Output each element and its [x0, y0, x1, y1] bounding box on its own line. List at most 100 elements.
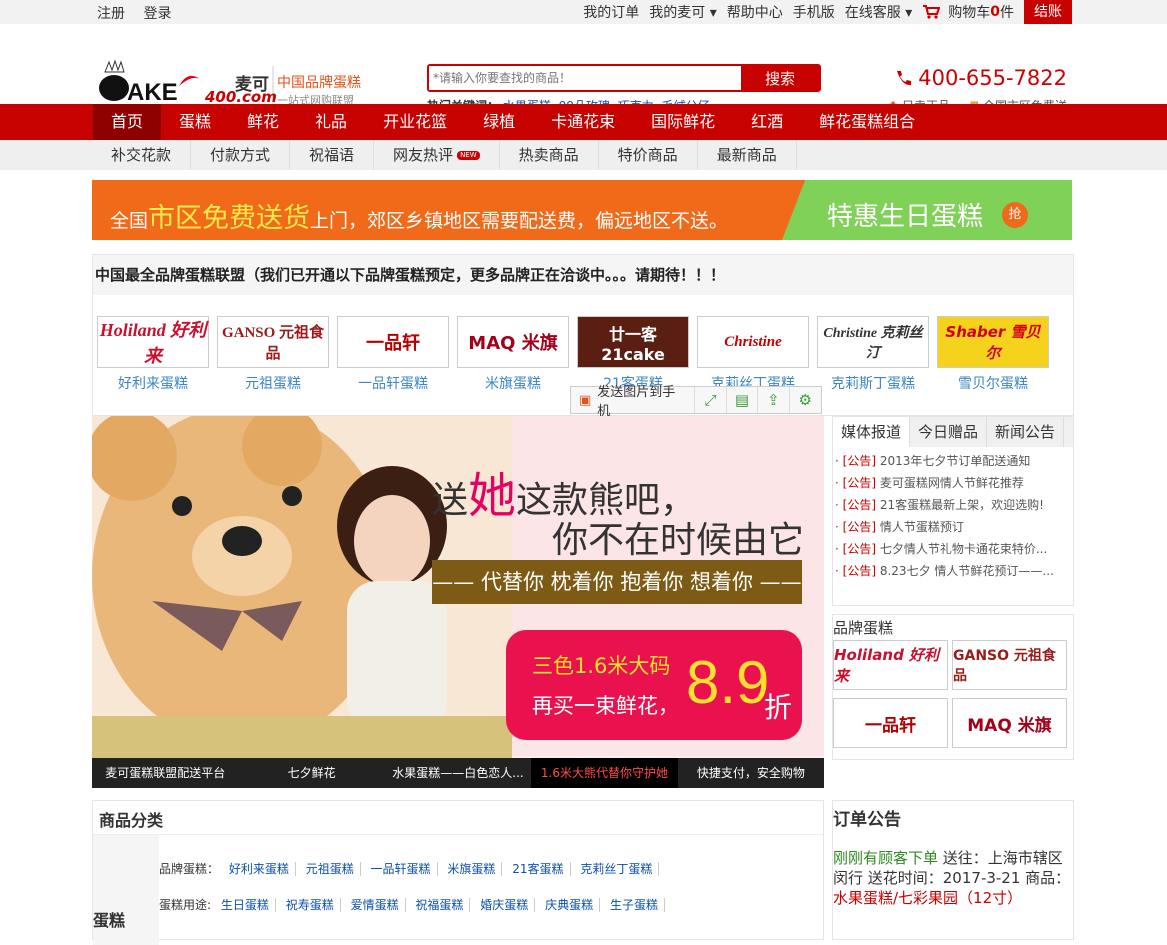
hero-slider[interactable]: 送她这款熊吧， 你不在时候由它 —— 代替你 枕着你 抱着你 想着你 —— 三色…	[92, 416, 824, 788]
category-side: 蛋糕	[93, 835, 159, 945]
checkout-button[interactable]: 结账	[1024, 0, 1072, 24]
nav-wine[interactable]: 红酒	[733, 104, 801, 140]
slider-tab-active[interactable]: 1.6米大熊代替你守护她	[531, 758, 678, 788]
brand-card-christine[interactable]: Christine 克莉丝丁蛋糕	[697, 316, 809, 393]
brand-label: 雪贝尔蛋糕	[958, 376, 1028, 392]
my-orders-link[interactable]: 我的订单	[583, 2, 639, 22]
discount-value: 8.9	[686, 649, 770, 716]
tab-gifts[interactable]: 今日赠品	[910, 417, 988, 447]
subnav-pay-balance[interactable]: 补交花款	[92, 140, 192, 170]
category-link[interactable]: 一品轩蛋糕	[364, 862, 438, 876]
brand-card-maq[interactable]: MAQ 米旗 米旗蛋糕	[457, 316, 569, 393]
save-icon[interactable]: ▤	[727, 387, 759, 413]
chevron-down-icon: ▾	[905, 5, 913, 21]
search-input[interactable]	[429, 66, 741, 90]
nav-home[interactable]: 首页	[93, 104, 162, 140]
panel-title: 订单公告	[833, 810, 901, 830]
category-link[interactable]: 婚庆蛋糕	[474, 898, 536, 912]
category-link[interactable]: 祝福蛋糕	[409, 898, 471, 912]
header: AKE 麦可 400.com 中国品牌蛋糕 一站式网购联盟 搜索 热门关键词： …	[0, 24, 1167, 113]
main-nav: 首页 蛋糕 鲜花 礼品 开业花篮 绿植 卡通花束 国际鲜花 红酒 鲜花蛋糕组合	[0, 104, 1167, 140]
my-maike-link[interactable]: 我的麦可 ▾	[649, 2, 716, 22]
category-link[interactable]: 爱情蛋糕	[344, 898, 406, 912]
brand-logo: 一品轩	[337, 316, 449, 368]
hero-strip: —— 代替你 枕着你 抱着你 想着你 ——	[432, 560, 802, 604]
news-item[interactable]: · [公告] 麦可蛋糕网情人节鲜花推荐	[835, 472, 1073, 494]
brand-logo: Holiland 好利来	[97, 316, 209, 368]
side-brand-maq[interactable]: MAQ 米旗	[952, 698, 1067, 748]
nav-flower-cake-combo[interactable]: 鲜花蛋糕组合	[801, 104, 933, 140]
brand-card-christine-2[interactable]: Christine 克莉丝汀 克莉斯丁蛋糕	[817, 316, 929, 393]
search-button[interactable]: 搜索	[741, 66, 819, 90]
news-item[interactable]: · [公告] 8.23七夕 情人节鲜花预订——...	[835, 560, 1073, 582]
mobile-link[interactable]: 手机版	[793, 2, 835, 22]
category-link[interactable]: 庆典蛋糕	[539, 898, 601, 912]
cart-link[interactable]: 购物车 0 件	[922, 2, 1014, 22]
brand-card-shaber[interactable]: Shaber 雪贝尔 雪贝尔蛋糕	[937, 316, 1049, 393]
side-brand-ganso[interactable]: GANSO 元祖食品	[952, 640, 1067, 690]
register-link[interactable]: 注册	[97, 6, 125, 22]
free-delivery-banner[interactable]: 全国市区免费送货上门，郊区乡镇地区需要配送费，偏远地区不送。 特惠生日蛋糕 抢	[92, 180, 1072, 240]
subnav-payment-methods[interactable]: 付款方式	[191, 140, 291, 170]
category-link[interactable]: 21客蛋糕	[506, 862, 571, 876]
side-brand-ichiban[interactable]: 一品轩	[833, 698, 948, 748]
news-panel: 媒体报道 今日赠品 新闻公告 · [公告] 2013年七夕节订单配送通知 · […	[832, 416, 1074, 606]
settings-icon[interactable]: ⚙	[790, 387, 821, 413]
hotline: 400-655-7822	[894, 66, 1067, 90]
share-icon[interactable]: ⇪	[758, 387, 790, 413]
category-link[interactable]: 好利来蛋糕	[222, 862, 296, 876]
nav-opening-baskets[interactable]: 开业花篮	[365, 104, 465, 140]
phone-send-icon: ▣	[579, 392, 592, 408]
category-link[interactable]: 生日蛋糕	[214, 898, 276, 912]
nav-gifts[interactable]: 礼品	[297, 104, 365, 140]
news-item[interactable]: · [公告] 七夕情人节礼物卡通花束特价...	[835, 538, 1073, 560]
nav-plants[interactable]: 绿植	[465, 104, 533, 140]
nav-flowers[interactable]: 鲜花	[229, 104, 297, 140]
subnav-special-offers[interactable]: 特价商品	[599, 140, 698, 170]
slider-tab[interactable]: 水果蛋糕——白色恋人...	[385, 758, 531, 788]
category-link[interactable]: 祝寿蛋糕	[279, 898, 341, 912]
hero-promo-card: 三色1.6米大码 再买一束鲜花， 8.9 折	[506, 630, 802, 740]
nav-cake[interactable]: 蛋糕	[161, 104, 229, 140]
category-row-brand: 品牌蛋糕： 好利来蛋糕 元祖蛋糕 一品轩蛋糕 米旗蛋糕 21客蛋糕 克莉丝丁蛋糕	[159, 860, 660, 877]
tab-media[interactable]: 媒体报道	[833, 417, 911, 447]
new-badge: NEW	[457, 151, 480, 160]
search-box: 搜索	[427, 64, 821, 92]
hero-headline-2: 你不在时候由它	[552, 520, 805, 561]
top-bar: 注册 登录 我的订单 我的麦可 ▾ 帮助中心 手机版 在线客服 ▾ 购物车 0 件 …	[0, 0, 1167, 24]
tab-announcements[interactable]: 新闻公告	[987, 417, 1065, 447]
service-link[interactable]: 在线客服 ▾	[845, 2, 912, 22]
order-announcement: 订单公告 刚刚有顾客下单 送往：上海市辖区 闵行 送花时间：2017-3-21 …	[832, 800, 1074, 940]
phone-number: 400-655-7822	[918, 66, 1067, 90]
slider-tab[interactable]: 七夕鲜花	[238, 758, 384, 788]
subnav-hot-products[interactable]: 热卖商品	[500, 140, 599, 170]
brand-label: 元祖蛋糕	[245, 376, 301, 392]
subnav-new-products[interactable]: 最新商品	[698, 140, 797, 170]
brand-card-ganso[interactable]: GANSO 元祖食品 元祖蛋糕	[217, 316, 329, 393]
send-to-phone-button[interactable]: ▣ 发送图片到手机	[571, 385, 696, 419]
brand-card-ichiban[interactable]: 一品轩 一品轩蛋糕	[337, 316, 449, 393]
help-link[interactable]: 帮助中心	[727, 2, 783, 22]
image-toolbar: ▣ 发送图片到手机 ⤢ ▤ ⇪ ⚙	[570, 385, 822, 419]
category-link[interactable]: 元祖蛋糕	[299, 862, 361, 876]
category-link[interactable]: 米旗蛋糕	[441, 862, 503, 876]
birthday-cake-promo[interactable]: 特惠生日蛋糕	[782, 180, 1072, 240]
category-link[interactable]: 生子蛋糕	[603, 898, 665, 912]
news-item[interactable]: · [公告] 2013年七夕节订单配送通知	[835, 450, 1073, 472]
expand-icon[interactable]: ⤢	[695, 387, 727, 413]
news-item[interactable]: · [公告] 21客蛋糕最新上架，欢迎选购!	[835, 494, 1073, 516]
login-link[interactable]: 登录	[143, 6, 171, 22]
category-link[interactable]: 克莉丝丁蛋糕	[574, 862, 660, 876]
subnav-reviews[interactable]: 网友热评 NEW	[374, 140, 500, 170]
news-item[interactable]: · [公告] 情人节蛋糕预订	[835, 516, 1073, 538]
side-brand-holiland[interactable]: Holiland 好利来	[833, 640, 948, 690]
order-product-link[interactable]: 水果蛋糕/七彩果园（12寸）	[833, 889, 1022, 907]
subnav-greetings[interactable]: 祝福语	[290, 140, 375, 170]
brand-label: 一品轩蛋糕	[358, 376, 428, 392]
slider-tab[interactable]: 麦可蛋糕联盟配送平台	[92, 758, 238, 788]
brand-logo: MAQ 米旗	[457, 316, 569, 368]
brand-card-holiland[interactable]: Holiland 好利来 好利来蛋糕	[97, 316, 209, 393]
slider-tab[interactable]: 快捷支付，安全购物	[678, 758, 824, 788]
nav-cartoon-bouquets[interactable]: 卡通花束	[533, 104, 633, 140]
nav-intl-flowers[interactable]: 国际鲜花	[633, 104, 733, 140]
